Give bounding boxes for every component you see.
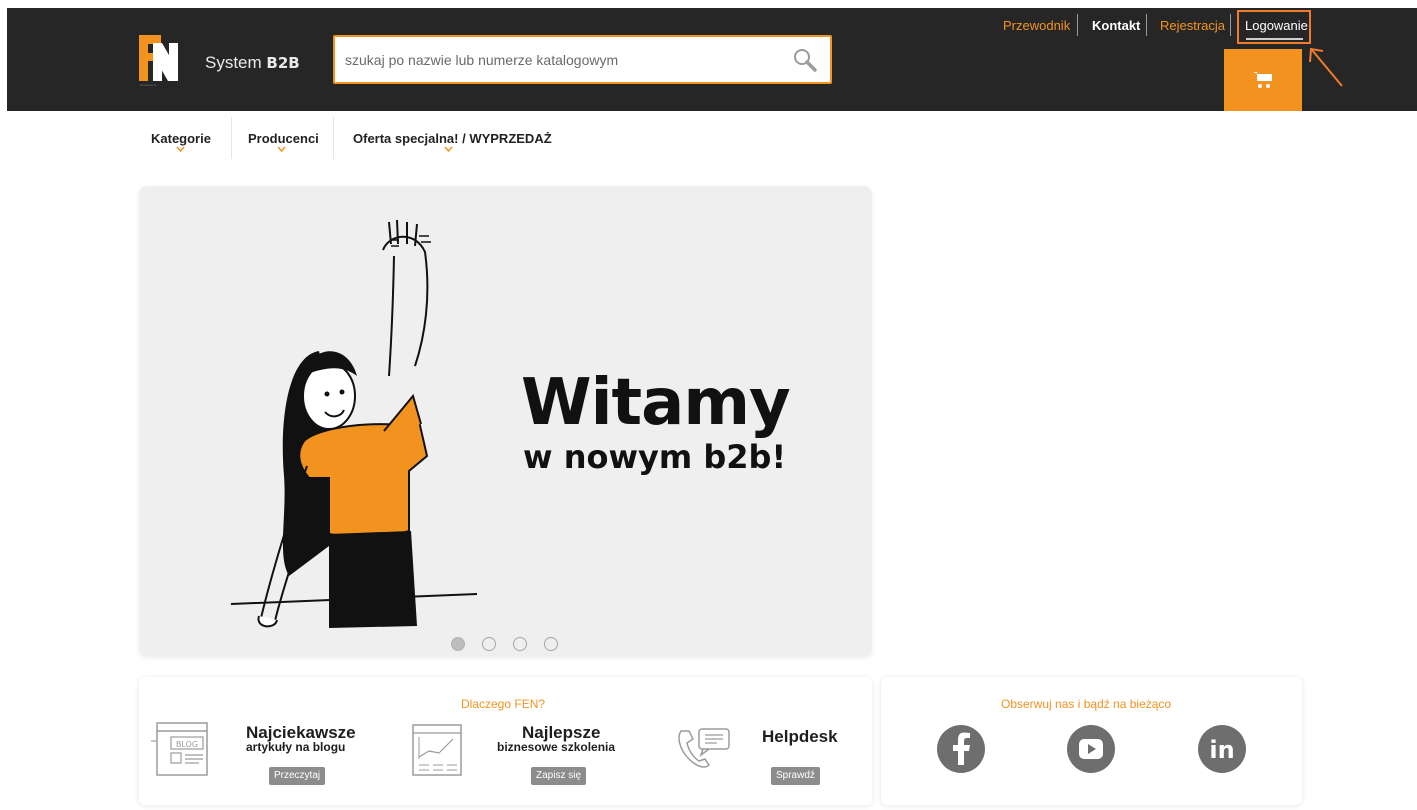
waving-woman-illustration xyxy=(230,219,478,628)
register-link[interactable]: Rejestracja xyxy=(1160,18,1225,33)
check-button[interactable]: Sprawdź xyxy=(771,767,820,785)
search-input[interactable] xyxy=(345,37,775,82)
slider-dot-4[interactable] xyxy=(544,637,558,651)
hero-title: Witamy xyxy=(521,366,791,440)
nav-divider xyxy=(231,117,232,159)
slider-dot-2[interactable] xyxy=(482,637,496,651)
hero-subtitle: w nowym b2b! xyxy=(523,438,787,476)
cart-icon xyxy=(1253,72,1272,88)
slider-dot-3[interactable] xyxy=(513,637,527,651)
fen-logo[interactable] xyxy=(139,35,181,87)
why-fen-card: Dlaczego FEN? BLOG Najciekawsze artykuły… xyxy=(139,677,872,805)
facebook-icon[interactable] xyxy=(937,725,985,773)
cart-button[interactable] xyxy=(1224,49,1302,111)
linkedin-icon[interactable]: in xyxy=(1198,725,1246,773)
youtube-icon[interactable] xyxy=(1067,725,1115,773)
chevron-down-icon xyxy=(277,146,286,152)
feature-1-subtitle: artykuły na blogu xyxy=(246,740,346,754)
feature-2-subtitle: biznesowe szkolenia xyxy=(497,740,616,754)
why-fen-title: Dlaczego FEN? xyxy=(461,697,546,711)
linkedin-icon-text: in xyxy=(1209,736,1234,764)
hero-slider[interactable]: Witamy w nowym b2b! xyxy=(139,186,872,656)
search-icon[interactable] xyxy=(792,47,818,73)
nav-divider xyxy=(333,117,334,159)
login-underline xyxy=(1246,38,1303,40)
guide-link[interactable]: Przewodnik xyxy=(1003,18,1070,33)
divider xyxy=(1146,14,1147,36)
nav-special-offer[interactable]: Oferta specjalna! / WYPRZEDAŻ xyxy=(353,131,552,146)
chevron-down-icon xyxy=(176,146,185,152)
blog-icon-text: BLOG xyxy=(176,740,198,749)
system-b2b-label: System B2B xyxy=(205,53,300,73)
nav-producers[interactable]: Producenci xyxy=(248,131,319,146)
training-icon xyxy=(412,724,462,776)
feature-3-title: Helpdesk xyxy=(762,727,838,746)
logo-subtext: komponenty xyxy=(140,83,157,87)
social-title: Obserwuj nas i bądź na bieżąco xyxy=(1001,697,1172,711)
chevron-down-icon xyxy=(444,146,453,152)
sign-up-button[interactable]: Zapisz się xyxy=(531,767,587,785)
annotation-arrow-icon xyxy=(1309,47,1343,87)
search-box xyxy=(333,35,832,84)
nav-categories[interactable]: Kategorie xyxy=(151,131,211,146)
blog-icon: BLOG xyxy=(151,722,208,776)
divider xyxy=(1077,14,1078,36)
system-suffix: B2B xyxy=(266,54,300,72)
contact-link[interactable]: Kontakt xyxy=(1092,18,1140,33)
system-prefix: System xyxy=(205,53,262,72)
login-link[interactable]: Logowanie xyxy=(1245,18,1308,33)
phone-chat-icon xyxy=(678,728,730,768)
divider xyxy=(1230,14,1231,36)
read-button[interactable]: Przeczytaj xyxy=(269,767,326,785)
slider-dot-1[interactable] xyxy=(451,637,465,651)
social-card: Obserwuj nas i bądź na bieżąco in xyxy=(881,677,1302,805)
